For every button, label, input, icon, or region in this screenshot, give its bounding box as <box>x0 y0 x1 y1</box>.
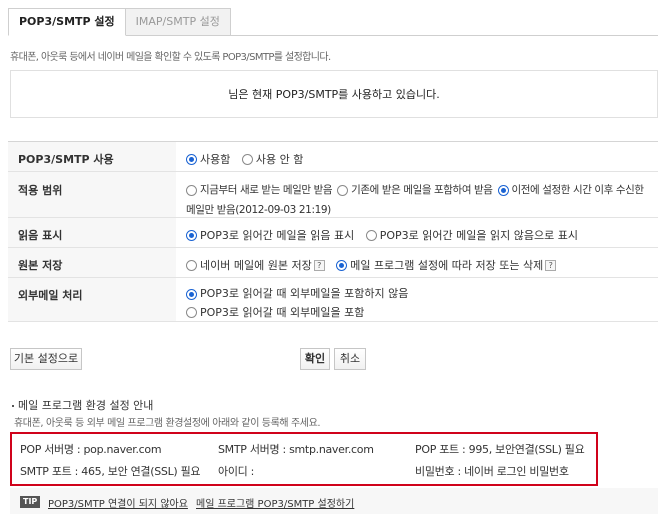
radio-icon[interactable] <box>336 259 348 271</box>
use-off-option[interactable]: 사용 안 함 <box>241 151 303 167</box>
cancel-button[interactable]: 취소 <box>334 348 366 370</box>
status-message: 님은 현재 POP3/SMTP를 사용하고 있습니다. <box>228 88 440 101</box>
pop-server-info: POP 서버명 : pop.naver.com <box>20 443 162 456</box>
radio-icon[interactable] <box>186 153 197 165</box>
bullet-icon <box>12 405 14 407</box>
row-label: 원본 저장 <box>8 248 176 277</box>
tab-imap-smtp[interactable]: IMAP/SMTP 설정 <box>125 8 231 36</box>
radio-icon[interactable] <box>186 307 197 318</box>
help-icon[interactable]: ? <box>313 259 325 271</box>
row-external: 외부메일 처리 POP3로 읽어갈 때 외부메일을 포함하지 않음 POP3로 … <box>8 278 658 322</box>
row-label: 외부메일 처리 <box>8 278 176 321</box>
guide-description: 휴대폰, 아웃룩 등 외부 메일 프로그램 환경설정에 아래와 같이 등록해 주… <box>14 418 321 429</box>
read-mark-read-option[interactable]: POP3로 읽어간 메일을 읽음 표시 <box>186 227 354 243</box>
radio-icon[interactable] <box>186 229 197 241</box>
tip-link-setup[interactable]: 메일 프로그램 POP3/SMTP 설정하기 <box>196 495 354 510</box>
status-box: 님은 현재 POP3/SMTP를 사용하고 있습니다. <box>10 70 658 118</box>
tip-bar: TIP POP3/SMTP 연결이 되지 않아요 메일 프로그램 POP3/SM… <box>10 488 658 514</box>
password-info: 비밀번호 : 네이버 로그인 비밀번호 <box>415 465 569 478</box>
tip-badge: TIP <box>20 496 41 508</box>
smtp-port-info: SMTP 포트 : 465, 보안 연결(SSL) 필요 <box>20 465 201 478</box>
row-label: 읽음 표시 <box>8 218 176 247</box>
row-scope: 적용 범위 지금부터 새로 받는 메일만 받음 기존에 받은 메일을 포함하여 받… <box>8 172 658 218</box>
external-include-option[interactable]: POP3로 읽어갈 때 외부메일을 포함 <box>186 305 364 321</box>
scope-existing-option[interactable]: 기존에 받은 메일을 포함하여 받음 <box>337 182 493 199</box>
read-mark-unread-option[interactable]: POP3로 읽어간 메일을 읽지 않음으로 표시 <box>365 227 578 243</box>
radio-icon[interactable] <box>186 259 197 271</box>
row-label: POP3/SMTP 사용 <box>8 142 176 171</box>
radio-icon[interactable] <box>365 229 377 241</box>
radio-icon[interactable] <box>186 185 197 196</box>
scope-since-continuation: 메일만 받음(2012-09-03 21:19) <box>186 204 331 216</box>
scope-since-option[interactable]: 이전에 설정한 시간 이후 수신한 <box>497 182 644 199</box>
original-client-option[interactable]: 메일 프로그램 설정에 따라 저장 또는 삭제? <box>336 257 557 273</box>
reset-default-button[interactable]: 기본 설정으로 <box>10 348 82 370</box>
guide-title: 메일 프로그램 환경 설정 안내 <box>12 397 153 413</box>
tab-bar: POP3/SMTP 설정 IMAP/SMTP 설정 <box>8 8 231 36</box>
use-on-option[interactable]: 사용함 <box>186 151 230 167</box>
pop-port-info: POP 포트 : 995, 보안연결(SSL) 필요 <box>415 443 585 456</box>
id-info: 아이디 : <box>218 465 255 478</box>
radio-icon[interactable] <box>241 153 253 165</box>
scope-new-option[interactable]: 지금부터 새로 받는 메일만 받음 <box>186 182 333 199</box>
row-read-mark: 읽음 표시 POP3로 읽어간 메일을 읽음 표시 POP3로 읽어간 메일을 … <box>8 218 658 248</box>
tip-link-connection[interactable]: POP3/SMTP 연결이 되지 않아요 <box>48 495 188 510</box>
row-use: POP3/SMTP 사용 사용함 사용 안 함 <box>8 142 658 172</box>
confirm-button[interactable]: 확인 <box>300 348 330 370</box>
server-info-box: POP 서버명 : pop.naver.com SMTP 서버명 : smtp.… <box>10 432 598 486</box>
help-icon[interactable]: ? <box>545 259 557 271</box>
original-save-option[interactable]: 네이버 메일에 원본 저장? <box>186 257 325 273</box>
smtp-server-info: SMTP 서버명 : smtp.naver.com <box>218 443 374 456</box>
settings-table: POP3/SMTP 사용 사용함 사용 안 함 적용 범위 지금부터 새로 받는… <box>8 141 658 322</box>
row-label: 적용 범위 <box>8 172 176 217</box>
radio-icon[interactable] <box>186 288 197 300</box>
radio-icon[interactable] <box>337 185 349 196</box>
tab-pop3-smtp[interactable]: POP3/SMTP 설정 <box>8 8 126 36</box>
external-exclude-option[interactable]: POP3로 읽어갈 때 외부메일을 포함하지 않음 <box>186 286 408 302</box>
row-original: 원본 저장 네이버 메일에 원본 저장? 메일 프로그램 설정에 따라 저장 또… <box>8 248 658 278</box>
page-description: 휴대폰, 아웃룩 등에서 네이버 메일을 확인할 수 있도록 POP3/SMTP… <box>10 52 331 63</box>
radio-icon[interactable] <box>497 185 509 196</box>
